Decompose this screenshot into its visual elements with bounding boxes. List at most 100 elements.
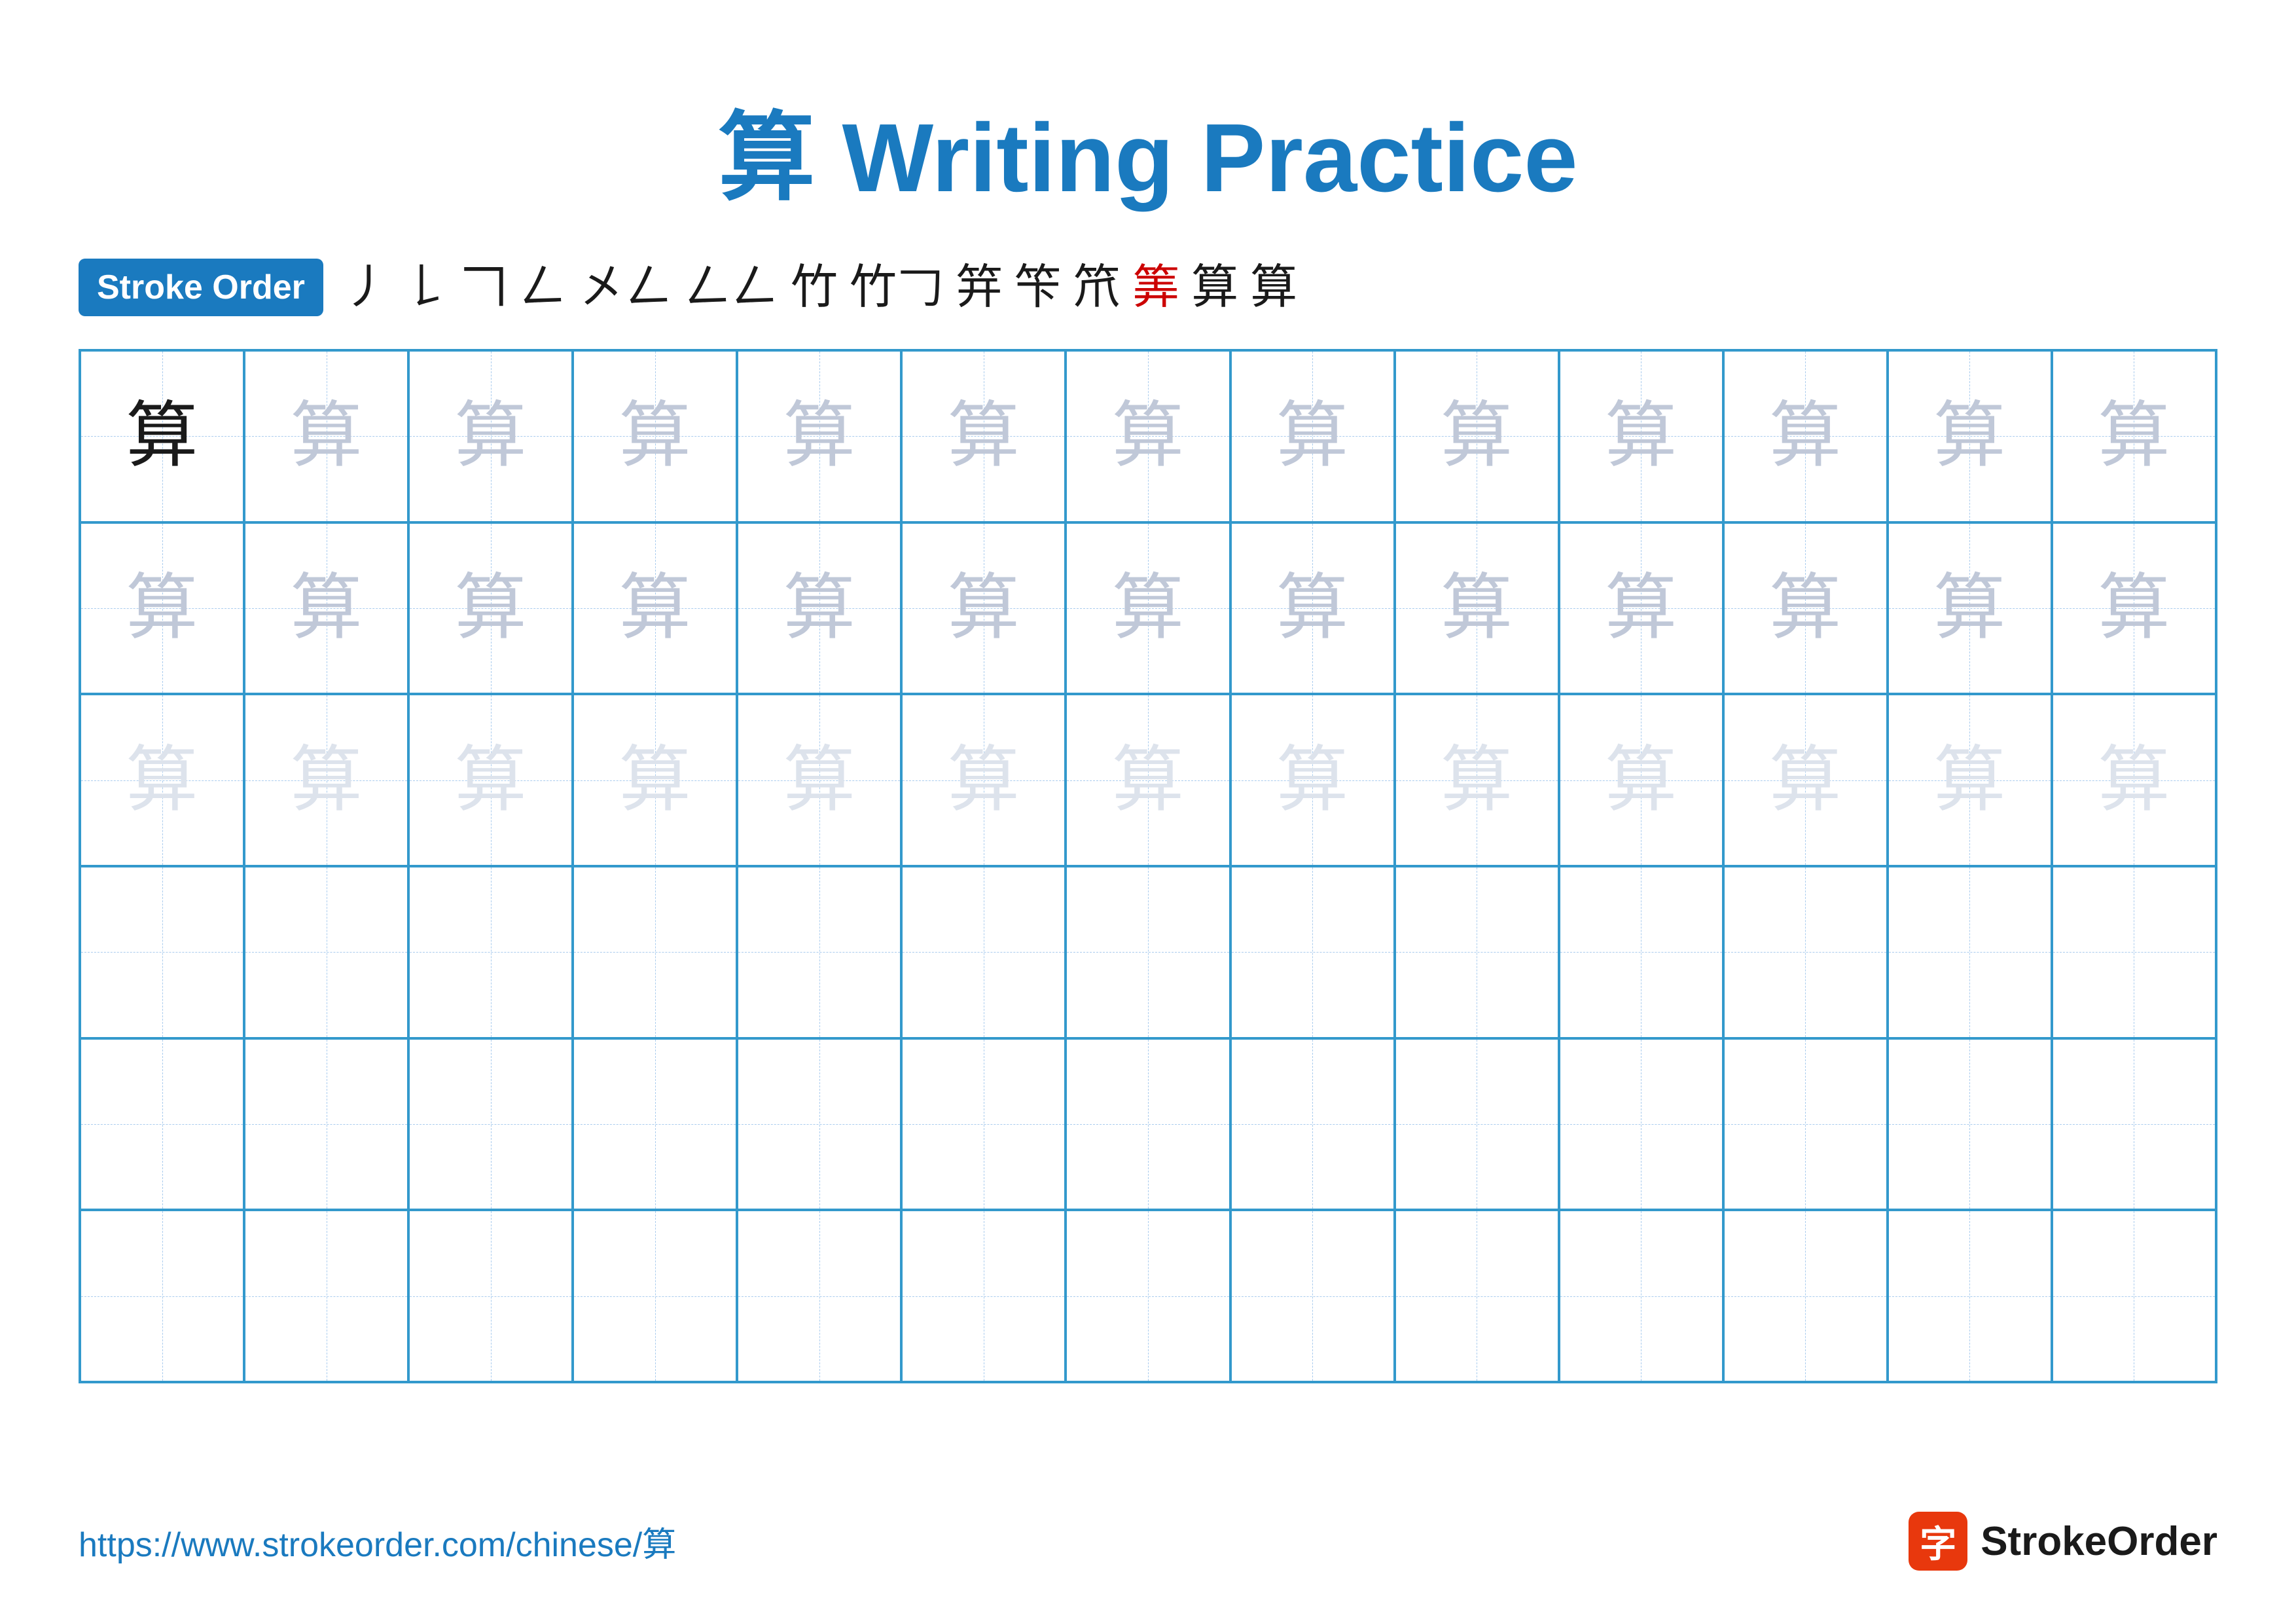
grid-cell[interactable] <box>573 1038 737 1211</box>
grid-cell[interactable]: 算 <box>408 522 573 695</box>
page-title: 算 Writing Practice <box>718 104 1577 212</box>
cell-char: 算 <box>1112 400 1184 472</box>
grid-cell[interactable] <box>1723 1038 1888 1211</box>
grid-cell[interactable] <box>901 1038 1066 1211</box>
grid-cell[interactable]: 算 <box>1395 350 1559 522</box>
grid-cell[interactable] <box>573 866 737 1038</box>
grid-cell[interactable]: 算 <box>1723 350 1888 522</box>
grid-cell[interactable] <box>1888 866 2052 1038</box>
grid-cell[interactable]: 算 <box>1066 694 1230 866</box>
grid-cell[interactable] <box>1066 866 1230 1038</box>
grid-cell[interactable]: 算 <box>1230 350 1395 522</box>
cell-char: 算 <box>783 400 855 472</box>
grid-cell[interactable]: 算 <box>1395 522 1559 695</box>
grid-cell[interactable] <box>901 1210 1066 1382</box>
grid-cell[interactable]: 算 <box>80 350 244 522</box>
grid-cell[interactable]: 算 <box>573 350 737 522</box>
grid-cell[interactable]: 算 <box>901 350 1066 522</box>
grid-cell[interactable] <box>2052 1038 2216 1211</box>
grid-cell[interactable] <box>1888 1210 2052 1382</box>
cell-char: 算 <box>291 572 363 644</box>
grid-cell[interactable] <box>1559 866 1723 1038</box>
cell-char: 算 <box>1769 572 1841 644</box>
grid-cell[interactable]: 算 <box>2052 522 2216 695</box>
grid-cell[interactable]: 算 <box>408 350 573 522</box>
grid-cell[interactable]: 算 <box>901 522 1066 695</box>
grid-cell[interactable] <box>1395 1210 1559 1382</box>
title-area: 算 Writing Practice <box>79 79 2217 219</box>
grid-cell[interactable]: 算 <box>1230 694 1395 866</box>
cell-char: 算 <box>291 744 363 816</box>
grid-cell[interactable]: 算 <box>573 694 737 866</box>
grid-cell[interactable] <box>1723 1210 1888 1382</box>
cell-char: 算 <box>1769 744 1841 816</box>
grid-cell[interactable]: 算 <box>737 522 901 695</box>
cell-char: 算 <box>948 572 1020 644</box>
grid-cell[interactable] <box>244 1210 408 1382</box>
grid-cell[interactable] <box>408 1038 573 1211</box>
cell-char: 算 <box>126 572 198 644</box>
grid-cell[interactable] <box>901 866 1066 1038</box>
grid-cell[interactable]: 算 <box>1723 522 1888 695</box>
grid-cell[interactable]: 算 <box>901 694 1066 866</box>
grid-cell[interactable]: 算 <box>737 350 901 522</box>
cell-char: 算 <box>1441 572 1513 644</box>
grid-cell[interactable] <box>573 1210 737 1382</box>
grid-cell[interactable]: 算 <box>2052 350 2216 522</box>
grid-cell[interactable]: 算 <box>1888 350 2052 522</box>
grid-cell[interactable] <box>737 1038 901 1211</box>
grid-cell[interactable] <box>1723 866 1888 1038</box>
grid-cell[interactable] <box>1230 1210 1395 1382</box>
cell-char: 算 <box>619 744 691 816</box>
grid-cell[interactable]: 算 <box>1066 522 1230 695</box>
grid-cell[interactable]: 算 <box>1559 694 1723 866</box>
grid-cell[interactable]: 算 <box>2052 694 2216 866</box>
grid-cell[interactable] <box>1230 866 1395 1038</box>
cell-char: 算 <box>291 400 363 472</box>
stroke-order-badge: Stroke Order <box>79 259 323 316</box>
grid-cell[interactable] <box>737 866 901 1038</box>
stroke-14: 算 <box>1250 264 1297 311</box>
grid-cell[interactable]: 算 <box>408 694 573 866</box>
grid-cell[interactable] <box>1230 1038 1395 1211</box>
grid-cell[interactable] <box>244 866 408 1038</box>
grid-cell[interactable]: 算 <box>737 694 901 866</box>
grid-cell[interactable]: 算 <box>80 522 244 695</box>
logo-label: StrokeOrder <box>1981 1518 2217 1565</box>
footer-url[interactable]: https://www.strokeorder.com/chinese/算 <box>79 1517 676 1566</box>
grid-cell[interactable] <box>2052 866 2216 1038</box>
grid-cell[interactable] <box>2052 1210 2216 1382</box>
grid-cell[interactable] <box>80 866 244 1038</box>
grid-cell[interactable]: 算 <box>244 694 408 866</box>
grid-cell[interactable]: 算 <box>80 694 244 866</box>
grid-cell[interactable] <box>1559 1038 1723 1211</box>
grid-cell[interactable]: 算 <box>1395 694 1559 866</box>
grid-cell[interactable]: 算 <box>1230 522 1395 695</box>
grid-cell[interactable]: 算 <box>244 522 408 695</box>
grid-cell[interactable]: 算 <box>244 350 408 522</box>
grid-cell[interactable]: 算 <box>1888 522 2052 695</box>
grid-cell[interactable]: 算 <box>1559 350 1723 522</box>
stroke-4: 𠃋 <box>520 264 567 311</box>
grid-cell[interactable]: 算 <box>1888 694 2052 866</box>
grid-cell[interactable] <box>737 1210 901 1382</box>
cell-char: 算 <box>1276 400 1348 472</box>
grid-cell[interactable] <box>80 1210 244 1382</box>
grid-cell[interactable] <box>1395 866 1559 1038</box>
cell-char: 算 <box>619 400 691 472</box>
grid-cell[interactable] <box>1559 1210 1723 1382</box>
grid-cell[interactable]: 算 <box>573 522 737 695</box>
grid-cell[interactable] <box>1395 1038 1559 1211</box>
grid-cell[interactable]: 算 <box>1559 522 1723 695</box>
grid-cell[interactable] <box>1066 1038 1230 1211</box>
grid-cell[interactable] <box>408 1210 573 1382</box>
grid-cell[interactable] <box>1066 1210 1230 1382</box>
grid-cell[interactable] <box>1888 1038 2052 1211</box>
grid-cell[interactable]: 算 <box>1066 350 1230 522</box>
footer-logo: 字 StrokeOrder <box>1909 1512 2217 1571</box>
grid-cell[interactable] <box>408 866 573 1038</box>
grid-cell[interactable] <box>80 1038 244 1211</box>
practice-grid: 算算算算算算算算算算算算算算算算算算算算算算算算算算算算算算算算算算算算算算算 <box>79 349 2217 1383</box>
grid-cell[interactable] <box>244 1038 408 1211</box>
grid-cell[interactable]: 算 <box>1723 694 1888 866</box>
